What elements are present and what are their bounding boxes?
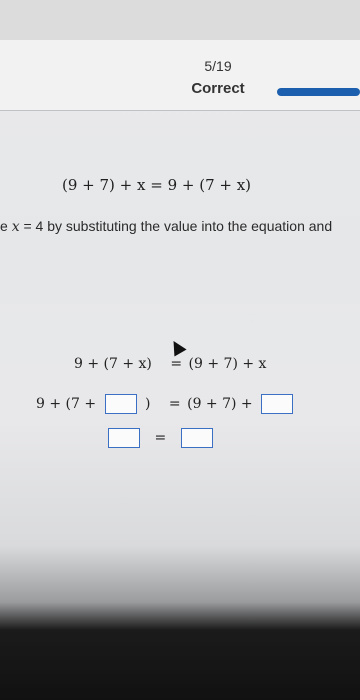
row1-equals: = — [170, 356, 183, 372]
instruction-prefix: e — [0, 218, 12, 234]
instruction-text: e x = 4 by substituting the value into t… — [0, 218, 360, 235]
instruction-variable: x — [11, 219, 20, 235]
work-row-1: 9 + (7 + x) = (9 + 7) + x — [74, 356, 266, 372]
answer-input-3[interactable] — [108, 428, 140, 448]
row2-left: 9 + (7 + — [36, 396, 97, 412]
answer-input-1[interactable] — [104, 394, 137, 414]
instruction-body: = 4 by substituting the value into the e… — [19, 218, 333, 234]
row3-equals: = — [154, 430, 167, 446]
row2-right: (9 + 7) + — [187, 396, 253, 412]
progress-status: Correct — [191, 80, 245, 97]
progress-indicator: 5/19 Correct — [183, 58, 253, 97]
row2-equals: = — [168, 396, 181, 412]
mouse-cursor-icon — [167, 337, 187, 357]
row2-close-paren: ) — [145, 396, 151, 412]
answer-input-4[interactable] — [180, 428, 213, 448]
progress-header: 5/19 Correct — [0, 40, 360, 111]
work-row-3: = — [108, 428, 213, 448]
progress-bar — [277, 88, 360, 96]
row1-left: 9 + (7 + x) — [74, 356, 152, 372]
row1-right: (9 + 7) + x — [188, 356, 267, 372]
top-strip — [0, 0, 360, 40]
answer-input-2[interactable] — [261, 394, 294, 414]
progress-count: 5/19 — [204, 58, 232, 74]
screen: 5/19 Correct (9 + 7) + x = 9 + (7 + x) e… — [0, 0, 360, 700]
equation-display: (9 + 7) + x = 9 + (7 + x) — [62, 176, 252, 194]
work-row-2: 9 + (7 + ) = (9 + 7) + — [36, 394, 294, 414]
